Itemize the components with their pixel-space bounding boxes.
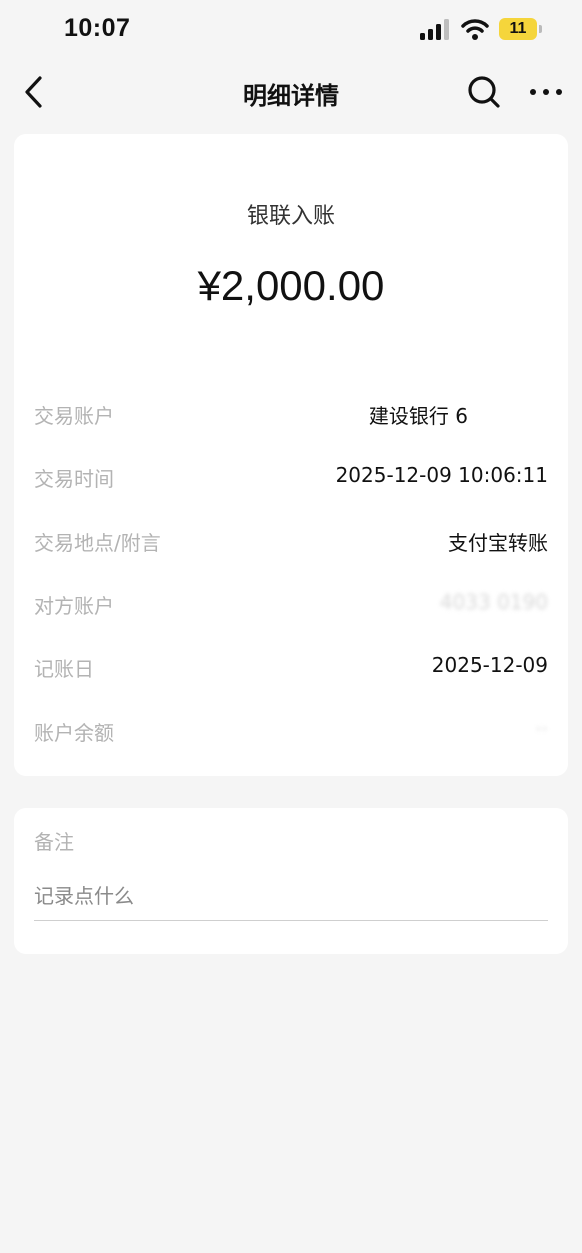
battery-icon: 11 bbox=[499, 18, 537, 40]
row-value: ·· bbox=[535, 717, 548, 741]
search-icon[interactable] bbox=[466, 74, 502, 110]
more-dots-icon[interactable] bbox=[528, 84, 564, 100]
row-value: 2025-12-09 bbox=[431, 653, 548, 677]
row-value: 4033 0190 bbox=[439, 590, 548, 614]
row-value: 建设银行 6 bbox=[368, 404, 468, 428]
wifi-icon bbox=[461, 19, 489, 40]
notes-input[interactable] bbox=[34, 872, 548, 921]
transaction-amount: ¥2,000.00 bbox=[197, 262, 385, 309]
row-value: 2025-12-09 10:06:11 bbox=[335, 463, 548, 487]
row-account: 交易账户 建设银行 6 bbox=[14, 394, 568, 434]
row-label: 交易地点/附言 bbox=[34, 531, 161, 555]
row-value: 支付宝转账 bbox=[448, 531, 548, 555]
row-location: 交易地点/附言 支付宝转账 bbox=[14, 521, 568, 561]
battery-cap bbox=[539, 25, 542, 33]
row-label: 对方账户 bbox=[34, 594, 114, 618]
row-posting-date: 记账日 2025-12-09 bbox=[14, 647, 568, 687]
row-time: 交易时间 2025-12-09 10:06:11 bbox=[14, 457, 568, 497]
row-label: 账户余额 bbox=[34, 721, 114, 745]
row-label: 记账日 bbox=[34, 657, 94, 681]
nav-bar: 明细详情 bbox=[0, 62, 582, 124]
row-label: 交易时间 bbox=[34, 467, 114, 491]
row-label: 交易账户 bbox=[34, 404, 114, 428]
row-balance: 账户余额 ·· bbox=[14, 711, 568, 751]
transaction-detail-card: 银联入账 ¥2,000.00 交易账户 建设银行 6 交易时间 2025-12-… bbox=[14, 134, 568, 776]
notes-card: 备注 bbox=[14, 808, 568, 954]
transaction-type: 银联入账 bbox=[246, 204, 335, 229]
cellular-signal-icon bbox=[420, 19, 449, 40]
row-counterparty: 对方账户 4033 0190 bbox=[14, 584, 568, 624]
status-time: 10:07 bbox=[64, 14, 131, 42]
notes-label: 备注 bbox=[34, 830, 74, 854]
status-bar: 10:07 11 bbox=[0, 0, 582, 62]
